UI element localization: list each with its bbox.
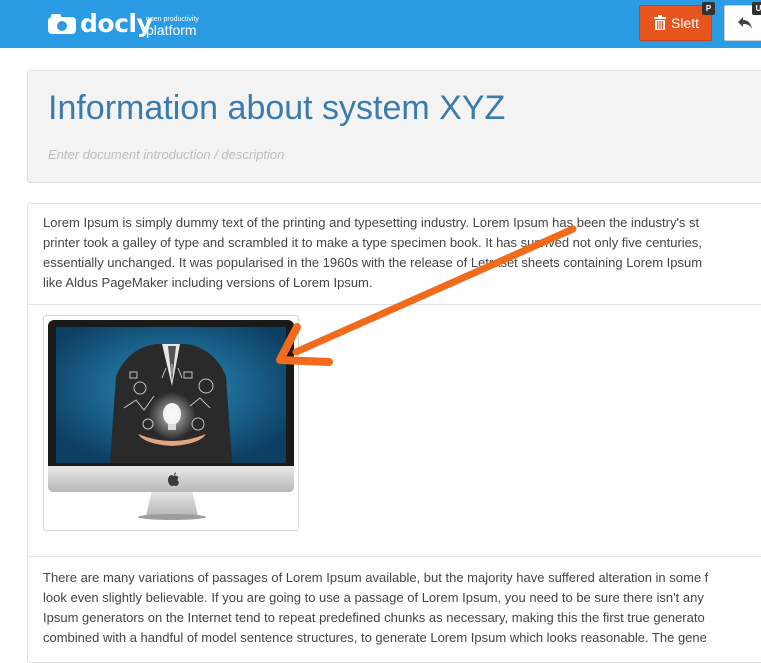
paragraph-block-2[interactable]: There are many variations of passages of… [43,568,761,648]
logo-tagline: platform [146,22,197,38]
paragraph-line: like Aldus PageMaker including versions … [43,275,373,290]
document-title[interactable]: Information about system XYZ [48,89,505,128]
monitor-image [48,320,294,520]
logo-text: docly [80,9,153,38]
top-navigation-bar: docly open productivity platform Slett P… [0,0,761,48]
paragraph-block-1[interactable]: Lorem Ipsum is simply dummy text of the … [43,213,761,293]
trash-icon [654,15,666,33]
block-divider [28,304,761,305]
document-header: Information about system XYZ Enter docum… [27,70,761,183]
description-input[interactable]: Enter document introduction / descriptio… [48,147,284,162]
cloud-icon [47,13,77,40]
reply-arrow-icon [737,16,753,35]
delete-shortcut-badge: P [702,2,715,15]
paragraph-line: Lorem Ipsum is simply dummy text of the … [43,215,700,230]
image-block[interactable] [43,315,299,531]
paragraph-line: combined with a handful of model sentenc… [43,630,707,645]
paragraph-line: essentially unchanged. It was popularise… [43,255,703,270]
paragraph-line: printer took a galley of type and scramb… [43,235,703,250]
document-content: Lorem Ipsum is simply dummy text of the … [27,203,761,663]
block-divider [28,556,761,557]
paragraph-line: look even slightly believable. If you ar… [43,590,704,605]
paragraph-line: There are many variations of passages of… [43,570,709,585]
delete-button-label: Slett [671,15,700,31]
paragraph-line: Ipsum generators on the Internet tend to… [43,610,705,625]
back-shortcut-badge: U [752,2,761,15]
